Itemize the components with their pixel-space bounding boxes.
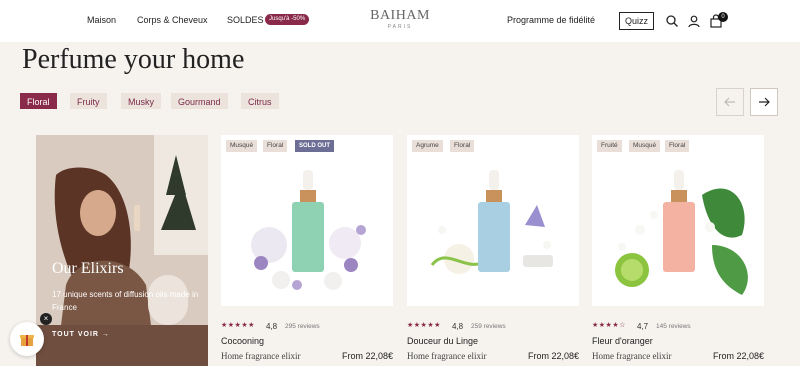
promo-description: 17 unique scents of diffusion oils made … bbox=[52, 290, 199, 312]
gift-button[interactable] bbox=[10, 322, 44, 356]
logo-wordmark: BAIHAM bbox=[370, 8, 430, 23]
gift-icon bbox=[20, 335, 34, 346]
review-count: 295 reviews bbox=[285, 323, 320, 330]
product-image[interactable]: Fruité Musqué Floral bbox=[592, 135, 764, 306]
account-icon[interactable] bbox=[687, 14, 701, 28]
sale-badge: Jusqu'à -50% bbox=[265, 14, 310, 25]
product-card-douceur-du-linge[interactable]: Agrume Floral ★★★★★ 4,8 259 reviews Douc… bbox=[407, 135, 579, 366]
close-icon[interactable]: × bbox=[40, 313, 52, 325]
brand-logo[interactable]: BAIHAM PARIS bbox=[360, 8, 440, 31]
search-icon[interactable] bbox=[665, 14, 679, 28]
product-photo bbox=[615, 170, 748, 295]
product-description: Home fragrance elixir bbox=[592, 351, 672, 361]
rating-stars: ★★★★☆ bbox=[592, 322, 626, 329]
product-tag: Agrume bbox=[412, 140, 443, 152]
bottle bbox=[292, 202, 324, 272]
rating-value: 4,8 bbox=[452, 322, 464, 331]
product-name[interactable]: Fleur d'oranger bbox=[592, 336, 653, 346]
promo-title: Our Elixirs bbox=[52, 260, 124, 277]
product-description: Home fragrance elixir bbox=[407, 351, 487, 361]
quizz-button[interactable]: Quizz bbox=[619, 12, 654, 30]
product-photo bbox=[251, 170, 366, 290]
review-count: 145 reviews bbox=[656, 323, 691, 330]
product-image[interactable]: Musqué Floral SOLD OUT bbox=[221, 135, 393, 306]
filter-fruity[interactable]: Fruity bbox=[70, 93, 107, 109]
rating-stars: ★★★★★ bbox=[221, 322, 255, 329]
site-header: Maison Corps & Cheveux SOLDES Jusqu'à -5… bbox=[0, 0, 800, 42]
product-name[interactable]: Cocooning bbox=[221, 336, 264, 346]
promo-see-all-link[interactable]: TOUT VOIR → bbox=[52, 331, 110, 338]
product-tag: Fruité bbox=[597, 140, 622, 152]
page-title: Perfume your home bbox=[22, 44, 245, 75]
product-description: Home fragrance elixir bbox=[221, 351, 301, 361]
filter-citrus[interactable]: Citrus bbox=[241, 93, 279, 109]
product-card-fleur-doranger[interactable]: Fruité Musqué Floral ★★★★☆ 4,7 145 revie… bbox=[592, 135, 764, 366]
nav-soldes[interactable]: SOLDES bbox=[227, 15, 264, 25]
product-name[interactable]: Douceur du Linge bbox=[407, 336, 478, 346]
filter-floral[interactable]: Floral bbox=[20, 93, 57, 109]
product-tag: Floral bbox=[450, 140, 475, 152]
product-photo bbox=[430, 170, 553, 274]
promo-card[interactable]: Our Elixirs 17 unique scents of diffusio… bbox=[36, 135, 208, 366]
carousel-prev-button[interactable] bbox=[716, 88, 744, 116]
product-tag: Musqué bbox=[226, 140, 258, 152]
arrow-right-icon bbox=[759, 97, 770, 107]
rating-stars: ★★★★★ bbox=[407, 322, 441, 329]
filter-musky[interactable]: Musky bbox=[121, 93, 162, 109]
product-tag: Floral bbox=[263, 140, 288, 152]
product-price: From 22,08€ bbox=[527, 351, 579, 361]
cart-count-badge: 0 bbox=[718, 12, 728, 22]
product-tag: Musqué bbox=[629, 140, 661, 152]
sold-out-badge: SOLD OUT bbox=[295, 140, 334, 152]
review-count: 259 reviews bbox=[471, 323, 506, 330]
carousel-next-button[interactable] bbox=[750, 88, 778, 116]
nav-loyalty-program[interactable]: Programme de fidélité bbox=[507, 15, 595, 25]
product-card-cocooning[interactable]: Musqué Floral SOLD OUT ★★★★★ 4,8 295 rev… bbox=[221, 135, 393, 366]
product-price: From 22,08€ bbox=[341, 351, 393, 361]
rating-value: 4,8 bbox=[266, 322, 278, 331]
rating-value: 4,7 bbox=[637, 322, 649, 331]
arrow-left-icon bbox=[724, 97, 735, 107]
nav-corps-cheveux[interactable]: Corps & Cheveux bbox=[137, 15, 208, 25]
filter-gourmand[interactable]: Gourmand bbox=[171, 93, 228, 109]
product-price: From 22,08€ bbox=[712, 351, 764, 361]
nav-maison[interactable]: Maison bbox=[87, 15, 116, 25]
product-image[interactable]: Agrume Floral bbox=[407, 135, 579, 306]
product-tag: Floral bbox=[665, 140, 690, 152]
logo-subtitle: PARIS bbox=[387, 24, 413, 30]
